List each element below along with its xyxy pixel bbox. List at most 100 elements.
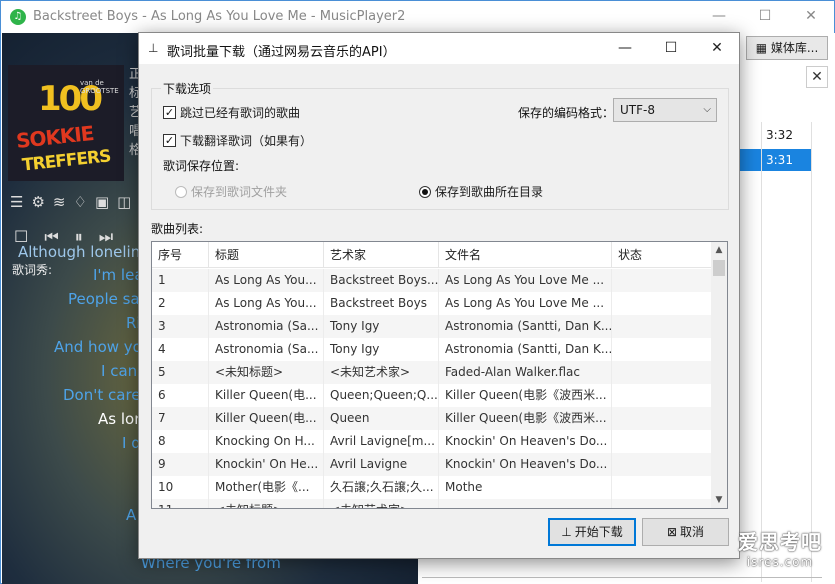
table-row[interactable]: 5 <未知标题> <未知艺术家> Faded-Alan Walker.flac — [152, 361, 712, 384]
scroll-up-icon[interactable]: ▲ — [711, 242, 727, 258]
encoding-label: 保存的编码格式： — [518, 106, 615, 120]
lyrics-label: 歌词秀: — [12, 263, 53, 277]
lyric-line: People sa — [68, 290, 140, 308]
media-library-button[interactable]: ▦ 媒体库... — [746, 36, 828, 60]
lyric-line: A — [126, 506, 137, 524]
table-cell: Killer Queen(电... — [209, 384, 324, 407]
table-row[interactable]: 2 As Long As You... Backstreet Boys As Long… — [152, 292, 712, 315]
table-cell — [612, 476, 712, 499]
minimize-icon[interactable]: — — [696, 1, 742, 31]
table-cell — [612, 453, 712, 476]
checkbox-checked[interactable]: ✓ — [163, 106, 176, 119]
mini-mode-icon[interactable]: ▣ — [95, 193, 109, 211]
equalizer-icon[interactable]: ≋ — [53, 193, 66, 211]
lyric-line: Don't care — [63, 386, 141, 404]
table-cell: Astronomia (Sa... — [209, 338, 324, 361]
table-cell: Tony Igy — [324, 315, 439, 338]
gear-icon[interactable]: ⚙ — [31, 193, 44, 211]
scrollbar-thumb[interactable] — [713, 260, 725, 276]
song-list-rows: 1 As Long As You... Backstreet Boys... As L… — [152, 269, 712, 508]
column-header-index[interactable]: 序号 — [152, 242, 209, 268]
clear-search-button[interactable]: ✕ — [806, 66, 828, 88]
table-cell: 3 — [152, 315, 209, 338]
minimize-icon[interactable]: — — [602, 33, 648, 64]
table-cell: Killer Queen(电影《波西米... — [439, 407, 612, 430]
playlist-duration-selected[interactable]: 3:31 — [740, 149, 812, 171]
table-cell: <未知标题> — [209, 361, 324, 384]
table-cell: 1 — [152, 269, 209, 292]
grid-icon: ▦ — [755, 41, 771, 55]
divider — [422, 577, 822, 578]
download-icon: ⊥ — [148, 41, 159, 55]
main-titlebar: ♫ Backstreet Boys - As Long As You Love … — [1, 1, 834, 33]
current-lyric-line: As lon — [98, 410, 144, 428]
save-to-lyrics-folder-radio[interactable]: 保存到歌词文件夹 — [175, 183, 287, 200]
table-cell: <未知艺术家> — [324, 361, 439, 384]
cancel-button[interactable]: ⊠ 取消 — [642, 518, 729, 546]
table-cell: <未知标题> — [209, 499, 324, 508]
table-row[interactable]: 11<未知标题><未知艺术家> — [152, 499, 712, 508]
skin-icon[interactable]: ♢ — [73, 193, 86, 211]
vertical-scrollbar[interactable]: ▲ ▼ — [711, 242, 727, 508]
table-cell: 9 — [152, 453, 209, 476]
table-cell: 10 — [152, 476, 209, 499]
table-cell — [612, 315, 712, 338]
song-list-header: 序号 标题 艺术家 文件名 状态 — [152, 242, 712, 268]
table-cell: Backstreet Boys... — [324, 269, 439, 292]
table-cell: As Long As You Love Me ... — [439, 292, 612, 315]
settings-icon[interactable]: ◫ — [117, 193, 131, 211]
table-cell: Queen — [324, 407, 439, 430]
table-row[interactable]: 4 Astronomia (Sa... Tony Igy Astronomia (Sa… — [152, 338, 712, 361]
table-row[interactable]: 3 Astronomia (Sa... Tony Igy Astronomia (Sa… — [152, 315, 712, 338]
download-icon: ⊥ — [561, 525, 572, 539]
table-row[interactable]: 1 As Long As You... Backstreet Boys... As L… — [152, 269, 712, 292]
skip-existing-checkbox[interactable]: ✓ 跳过已经有歌词的歌曲 — [163, 104, 300, 121]
scroll-down-icon[interactable]: ▼ — [711, 492, 727, 508]
table-cell: Astronomia (Santti, Dan K... — [439, 315, 612, 338]
lyric-line: Although lonelin — [18, 243, 141, 261]
table-row[interactable]: 8 Knocking On H... Avril Lavigne[m... Knock… — [152, 430, 712, 453]
table-cell: Knockin' On Heaven's Do... — [439, 430, 612, 453]
table-cell: 2 — [152, 292, 209, 315]
playlist-duration[interactable]: 3:32 — [740, 124, 812, 146]
column-header-title[interactable]: 标题 — [209, 242, 324, 268]
encoding-select[interactable]: UTF-8 ⌵ — [613, 98, 717, 122]
maximize-icon[interactable]: ☐ — [648, 33, 694, 64]
table-cell — [439, 499, 612, 508]
playlist-icon[interactable]: ☰ — [10, 193, 23, 211]
dialog-titlebar: ⊥ 歌词批量下载（通过网易云音乐的API） — ☐ ✕ — [139, 33, 739, 64]
table-row[interactable]: 9 Knockin' On He... Avril Lavigne Knockin' … — [152, 453, 712, 476]
close-icon[interactable]: ✕ — [694, 33, 740, 64]
table-cell: 6 — [152, 384, 209, 407]
table-cell: Mothe — [439, 476, 612, 499]
table-cell: Killer Queen(电... — [209, 407, 324, 430]
table-cell: 8 — [152, 430, 209, 453]
album-art: 100 van de GROOTSTE SOKKIE TREFFERS — [8, 65, 124, 181]
start-download-button[interactable]: ⊥ 开始下载 — [548, 518, 636, 546]
lyric-line: I can' — [101, 362, 142, 380]
column-header-filename[interactable]: 文件名 — [439, 242, 612, 268]
table-cell — [612, 292, 712, 315]
table-cell: <未知艺术家> — [324, 499, 439, 508]
watermark: 爱思考吧 isres.com — [738, 530, 822, 569]
close-icon[interactable]: ✕ — [788, 1, 834, 31]
column-divider — [761, 122, 762, 582]
song-list[interactable]: 序号 标题 艺术家 文件名 状态 1 As Long As You... Backs… — [151, 241, 728, 509]
checkbox-checked[interactable]: ✓ — [163, 134, 176, 147]
table-cell: 7 — [152, 407, 209, 430]
table-cell: Astronomia (Sa... — [209, 315, 324, 338]
song-list-label: 歌曲列表: — [151, 222, 204, 236]
table-cell: Knocking On H... — [209, 430, 324, 453]
column-header-status[interactable]: 状态 — [612, 242, 712, 268]
table-cell — [612, 269, 712, 292]
save-to-song-dir-radio[interactable]: 保存到歌曲所在目录 — [419, 183, 543, 200]
download-translation-checkbox[interactable]: ✓ 下载翻译歌词（如果有） — [163, 132, 312, 149]
table-cell: Tony Igy — [324, 338, 439, 361]
table-row[interactable]: 10 Mother(电影《... 久石譲;久石譲;久... Mothe — [152, 476, 712, 499]
column-header-artist[interactable]: 艺术家 — [324, 242, 439, 268]
table-cell: Avril Lavigne — [324, 453, 439, 476]
table-row[interactable]: 6 Killer Queen(电... Queen;Queen;Q... Killer… — [152, 384, 712, 407]
maximize-icon[interactable]: ☐ — [742, 1, 788, 31]
table-cell: Mother(电影《... — [209, 476, 324, 499]
table-row[interactable]: 7 Killer Queen(电... Queen Killer Queen(电影《波… — [152, 407, 712, 430]
